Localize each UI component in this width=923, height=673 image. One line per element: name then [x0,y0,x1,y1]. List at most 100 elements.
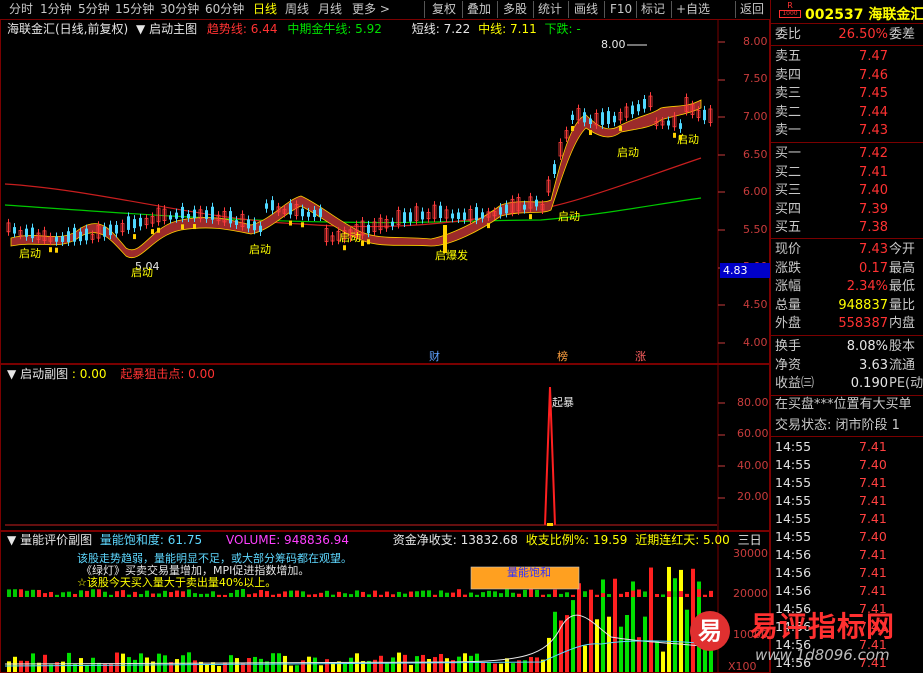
watermark-brand: 易评指标网 [750,610,896,643]
bid-price: 7.39 [859,201,888,217]
period-tab-daily[interactable]: 日线 [253,2,277,17]
stat-label-right: 量比 [889,297,916,313]
volume-indicator-name[interactable]: 量能评价副图 [20,533,92,547]
add-watchlist-button[interactable]: +自选 [676,2,710,17]
back-button[interactable]: 返回 [740,2,764,17]
period-tab-weekly[interactable]: 周线 [285,2,309,17]
tick-price: 7.41 [859,439,887,454]
sub-indicator-chart[interactable]: ▼ 启动副图 : 0.00 起暴狙击点: 0.00 起暴 80.00 60.00… [0,364,770,531]
period-tab-5min[interactable]: 5分钟 [78,2,110,17]
period-tab-15min[interactable]: 15分钟 [115,2,154,17]
statistics-button[interactable]: 统计 [538,2,562,17]
legend-trend-line: 趋势线: 6.44 [206,22,278,36]
sub-y-axis-label: 60.00 [737,427,769,440]
quote-stat-row: 净资 3.63 流通 [775,357,923,375]
start-signal-label: 启动 [677,133,699,146]
main-chart-title-bar: 海联金汇(日线,前复权) ▼ 启动主图 趋势线: 6.44 中期金牛线: 5.9… [7,21,581,37]
volume-saturation: 量能饱和度: 61.75 [99,533,203,547]
f10-button[interactable]: F10 [610,2,632,17]
stat-value: 948837 [838,297,888,313]
collapse-icon[interactable]: ▼ [7,367,16,381]
bid-level-label: 买五 [775,220,802,235]
tick-time: 14:56 [775,583,812,598]
period-tab-1min[interactable]: 1分钟 [40,2,72,17]
collapse-icon[interactable]: ▼ [136,22,145,36]
event-marker-rise[interactable]: 涨 [635,348,646,364]
toolbar-divider [671,1,672,18]
period-tab-30min[interactable]: 30分钟 [160,2,199,17]
burst-spike-label: 起暴 [552,396,574,409]
ask-price: 7.46 [859,67,888,83]
volume-unit-label: X100 [728,660,757,673]
legend-mid-line: 中线: 7.11 [478,22,537,36]
stat-value: 0.190 [850,376,888,391]
bid-row: 买二 7.41 [775,164,923,182]
stat-label-right: 最低 [889,279,916,294]
stock-name: 海联金汇 [868,7,923,23]
quote-stat-row: 收益㈢ 0.190 PE(动 [775,375,923,393]
collapse-icon[interactable]: ▼ [7,533,16,547]
draw-line-button[interactable]: 画线 [574,2,598,17]
stat-label: 外盘 [775,316,802,331]
main-chart-canvas [4,20,725,363]
stock-code-name: 002537 海联金汇 [805,4,923,24]
volume-y-axis-label: 20000 [733,587,768,600]
stat-value: 0.17 [859,260,888,276]
main-indicator-name[interactable]: 启动主图 [149,22,197,36]
tick-time: 14:55 [775,511,812,526]
volume-evaluation-chart[interactable]: ▼ 量能评价副图 量能饱和度: 61.75 VOLUME: 948836.94 … [0,531,770,673]
period-tab-timeshare[interactable]: 分时 [9,2,33,17]
ask-row: 卖五 7.47 [775,48,923,66]
tick-price: 7.40 [859,457,887,472]
volume-value: VOLUME: 948836.94 [225,533,349,547]
sub-indicator-name[interactable]: 启动副图 [20,367,68,381]
divider [771,142,923,143]
tick-price: 7.41 [859,493,887,508]
bid-price: 7.40 [859,183,888,198]
restore-rights-button[interactable]: 复权 [432,2,456,17]
event-marker-list[interactable]: 榜 [557,348,568,364]
ask-level-label: 卖三 [775,86,802,101]
sub-chart-title-bar: ▼ 启动副图 : 0.00 起暴狙击点: 0.00 [7,366,215,382]
tick-time: 14:56 [775,565,812,580]
divider [771,45,923,46]
legend-short-line: 短线: 7.22 [411,22,471,36]
big-order-text: 在买盘***位置有大买单 [775,397,912,412]
start-signal-label: 启动 [131,266,153,279]
mark-button[interactable]: 标记 [641,2,665,17]
volume-y-axis-label: 30000 [733,547,768,560]
multi-stock-button[interactable]: 多股 [503,2,527,17]
tick-price: 7.41 [859,583,887,598]
stat-label: 现价 [775,242,802,257]
toolbar-divider [424,1,425,18]
tick-price: 7.41 [859,511,887,526]
tick-row: 14:55 7.41 [775,492,923,510]
tick-row: 14:55 7.40 [775,528,923,546]
main-y-axis-label: 5.50 [743,223,768,236]
stat-value: 558387 [838,316,888,331]
ask-row: 卖一 7.43 [775,122,923,140]
ask-level-label: 卖五 [775,49,802,64]
period-tab-monthly[interactable]: 月线 [318,2,342,17]
stat-label-right: PE(动 [889,376,923,391]
overlay-button[interactable]: 叠加 [467,2,491,17]
realtime-badge: R 1000 [779,1,801,18]
main-y-axis-label: 4.50 [743,298,768,311]
burst-signal-label: 启爆发 [435,249,468,262]
ask-price: 7.44 [859,104,888,120]
period-tab-60min[interactable]: 60分钟 [205,2,244,17]
stat-label: 总量 [775,297,802,313]
quote-panel: R 1000 002537 海联金汇 委比 26.50% 委差 卖五 7.47 卖四… [770,0,923,673]
ask-price: 7.43 [859,123,888,138]
stat-label: 换手 [775,339,802,354]
volume-chart-title-bar: ▼ 量能评价副图 量能饱和度: 61.75 VOLUME: 948836.94 … [7,532,762,548]
ask-level-label: 卖四 [775,67,802,83]
tick-row: 14:55 7.41 [775,510,923,528]
main-kline-chart[interactable]: 海联金汇(日线,前复权) ▼ 启动主图 趋势线: 6.44 中期金牛线: 5.9… [0,19,773,364]
three-day-label: 三日 [737,533,762,547]
bid-level-label: 买一 [775,146,802,161]
event-marker-finance[interactable]: 财 [429,348,440,364]
period-tab-more[interactable]: 更多 > [352,2,390,17]
tick-time: 14:55 [775,529,812,544]
tick-row: 14:56 7.41 [775,546,923,564]
